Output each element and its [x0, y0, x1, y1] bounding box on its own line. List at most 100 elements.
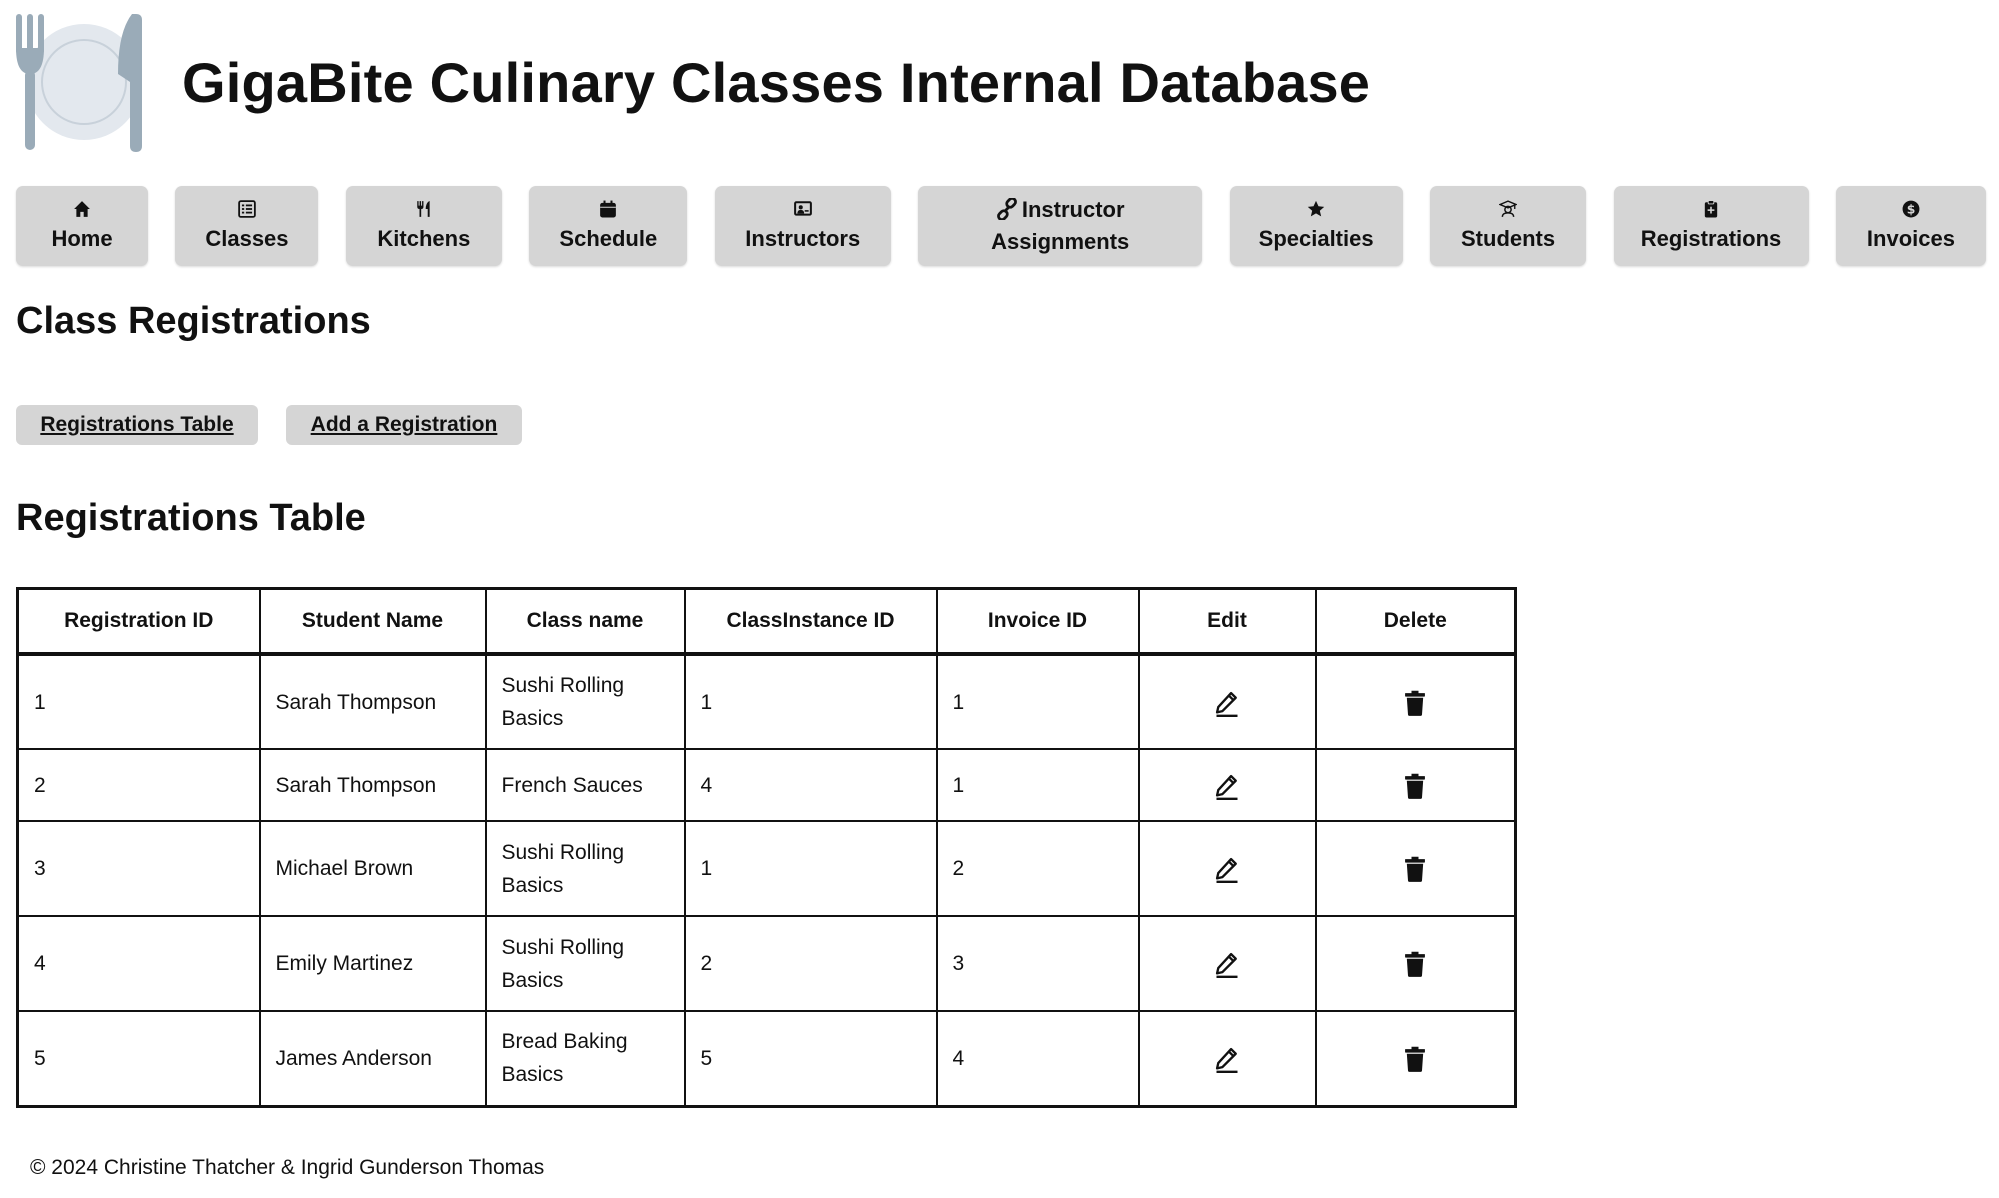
nav-instructor-assignments-label-line2: Assignments	[991, 229, 1130, 254]
cell-invoice-id: 2	[935, 820, 1140, 917]
nav-registrations-label: Registrations	[1640, 226, 1782, 251]
header-invoice-id: Invoice ID	[935, 587, 1140, 656]
cell-student-name: Sarah Thompson	[258, 748, 487, 822]
class-name-line1: Sushi Rolling	[501, 840, 625, 864]
cell-classinstance-id: 1	[683, 820, 938, 917]
chalkboard-icon	[793, 201, 812, 216]
utensils-icon	[417, 201, 430, 217]
cell-class-name: Bread Baking Basics	[484, 1010, 686, 1107]
nav-instructor-assignments-button[interactable]: Instructor Assignments	[918, 186, 1203, 266]
trash-icon[interactable]	[1401, 950, 1429, 978]
class-name-line1: Sushi Rolling	[501, 674, 625, 697]
pencil-icon[interactable]	[1213, 950, 1241, 979]
clipboard-icon	[1704, 200, 1718, 218]
site-title: GigaBite Culinary Classes Internal Datab…	[182, 50, 1371, 114]
nav-students-label: Students	[1461, 226, 1556, 251]
pencil-icon[interactable]	[1213, 689, 1241, 717]
cell-edit	[1137, 653, 1317, 750]
home-icon	[74, 201, 90, 217]
section-title: Registrations Table	[16, 497, 366, 539]
nav-instructor-assignments-label-line1: Instructor	[1021, 197, 1125, 222]
cell-registration-id: 2	[16, 748, 261, 822]
cell-invoice-id: 4	[935, 1010, 1140, 1107]
header-delete: Delete	[1314, 587, 1517, 656]
nav-kitchens-button[interactable]: Kitchens	[345, 186, 502, 266]
cell-registration-id: 4	[16, 915, 261, 1012]
header-edit: Edit	[1137, 587, 1317, 656]
nav-kitchens-label: Kitchens	[377, 226, 471, 251]
star-icon	[1307, 200, 1325, 217]
nav-classes-label: Classes	[205, 226, 289, 251]
cell-delete	[1314, 748, 1517, 822]
class-name-line1: Bread Baking	[501, 1030, 628, 1054]
nav-invoices-label: Invoices	[1866, 226, 1955, 251]
cell-delete	[1314, 915, 1517, 1012]
nav-instructors-label: Instructors	[745, 226, 861, 251]
table-row: 5 James Anderson Bread Baking Basics 5 4	[16, 1010, 1517, 1107]
trash-icon[interactable]	[1401, 1045, 1429, 1073]
class-name-line1: Sushi Rolling	[501, 935, 625, 959]
nav-home-label: Home	[51, 226, 113, 251]
cell-registration-id: 1	[16, 653, 261, 750]
dollar-icon: $	[1902, 200, 1920, 218]
cell-class-name: Sushi Rolling Basics	[484, 820, 686, 917]
plate-cutlery-logo-icon	[16, 14, 142, 152]
add-registration-button[interactable]: Add a Registration	[286, 405, 522, 445]
header-registration-id: Registration ID	[16, 587, 261, 656]
cell-student-name: Sarah Thompson	[258, 653, 487, 750]
cell-classinstance-id: 5	[683, 1010, 938, 1107]
trash-icon[interactable]	[1401, 772, 1429, 800]
nav-home-button[interactable]: Home	[16, 186, 148, 266]
pencil-icon[interactable]	[1213, 1045, 1241, 1074]
site-header: GigaBite Culinary Classes Internal Datab…	[14, 10, 1370, 154]
cell-invoice-id: 1	[935, 653, 1140, 750]
svg-text:$: $	[1907, 203, 1916, 217]
trash-icon[interactable]	[1401, 689, 1429, 717]
trash-icon[interactable]	[1401, 855, 1429, 883]
cell-student-name: James Anderson	[258, 1010, 487, 1107]
table-row: 4 Emily Martinez Sushi Rolling Basics 2 3	[16, 915, 1517, 1012]
table-header-row: Registration ID Student Name Class name …	[16, 587, 1517, 656]
table-row: 1 Sarah Thompson Sushi Rolling Basics 1 1	[16, 653, 1517, 750]
cell-edit	[1137, 820, 1317, 917]
nav-specialties-label: Specialties	[1258, 226, 1374, 251]
main-nav: Home Classes Kitchens Schedule Instructo…	[16, 186, 1986, 266]
list-icon	[238, 200, 256, 218]
cell-invoice-id: 3	[935, 915, 1140, 1012]
header-student-name: Student Name	[258, 587, 487, 656]
nav-classes-button[interactable]: Classes	[175, 186, 319, 266]
cell-delete	[1314, 1010, 1517, 1107]
cell-class-name: Sushi Rolling Basics	[484, 915, 686, 1012]
pencil-icon[interactable]	[1213, 855, 1241, 884]
nav-specialties-button[interactable]: Specialties	[1229, 186, 1403, 266]
cell-edit	[1137, 1010, 1317, 1107]
header-classinstance-id: ClassInstance ID	[683, 587, 938, 656]
nav-invoices-button[interactable]: $ Invoices	[1835, 186, 1986, 266]
link-icon	[996, 197, 1017, 221]
cell-invoice-id: 1	[935, 748, 1140, 822]
cell-edit	[1137, 748, 1317, 822]
cell-edit	[1137, 915, 1317, 1012]
calendar-icon	[600, 200, 617, 218]
cell-registration-id: 3	[16, 820, 261, 917]
cell-registration-id: 5	[16, 1010, 261, 1107]
cell-class-name: French Sauces	[484, 748, 686, 822]
nav-students-button[interactable]: Students	[1430, 186, 1587, 266]
registrations-table-button[interactable]: Registrations Table	[16, 405, 258, 445]
class-name-line2: Basics	[501, 1063, 564, 1087]
nav-instructors-button[interactable]: Instructors	[714, 186, 891, 266]
footer-copyright: © 2024 Christine Thatcher & Ingrid Gunde…	[30, 1156, 545, 1179]
table-row: 3 Michael Brown Sushi Rolling Basics 1 2	[16, 820, 1517, 917]
cell-classinstance-id: 1	[683, 653, 938, 750]
class-name-line2: Basics	[501, 873, 564, 897]
cell-delete	[1314, 820, 1517, 917]
cell-classinstance-id: 2	[683, 915, 938, 1012]
nav-registrations-button[interactable]: Registrations	[1613, 186, 1809, 266]
nav-schedule-button[interactable]: Schedule	[529, 186, 688, 266]
pencil-icon[interactable]	[1213, 772, 1241, 800]
cell-student-name: Michael Brown	[258, 820, 487, 917]
page-title: Class Registrations	[16, 300, 371, 342]
table-row: 2 Sarah Thompson French Sauces 4 1	[16, 748, 1517, 822]
cell-delete	[1314, 653, 1517, 750]
cell-student-name: Emily Martinez	[258, 915, 487, 1012]
